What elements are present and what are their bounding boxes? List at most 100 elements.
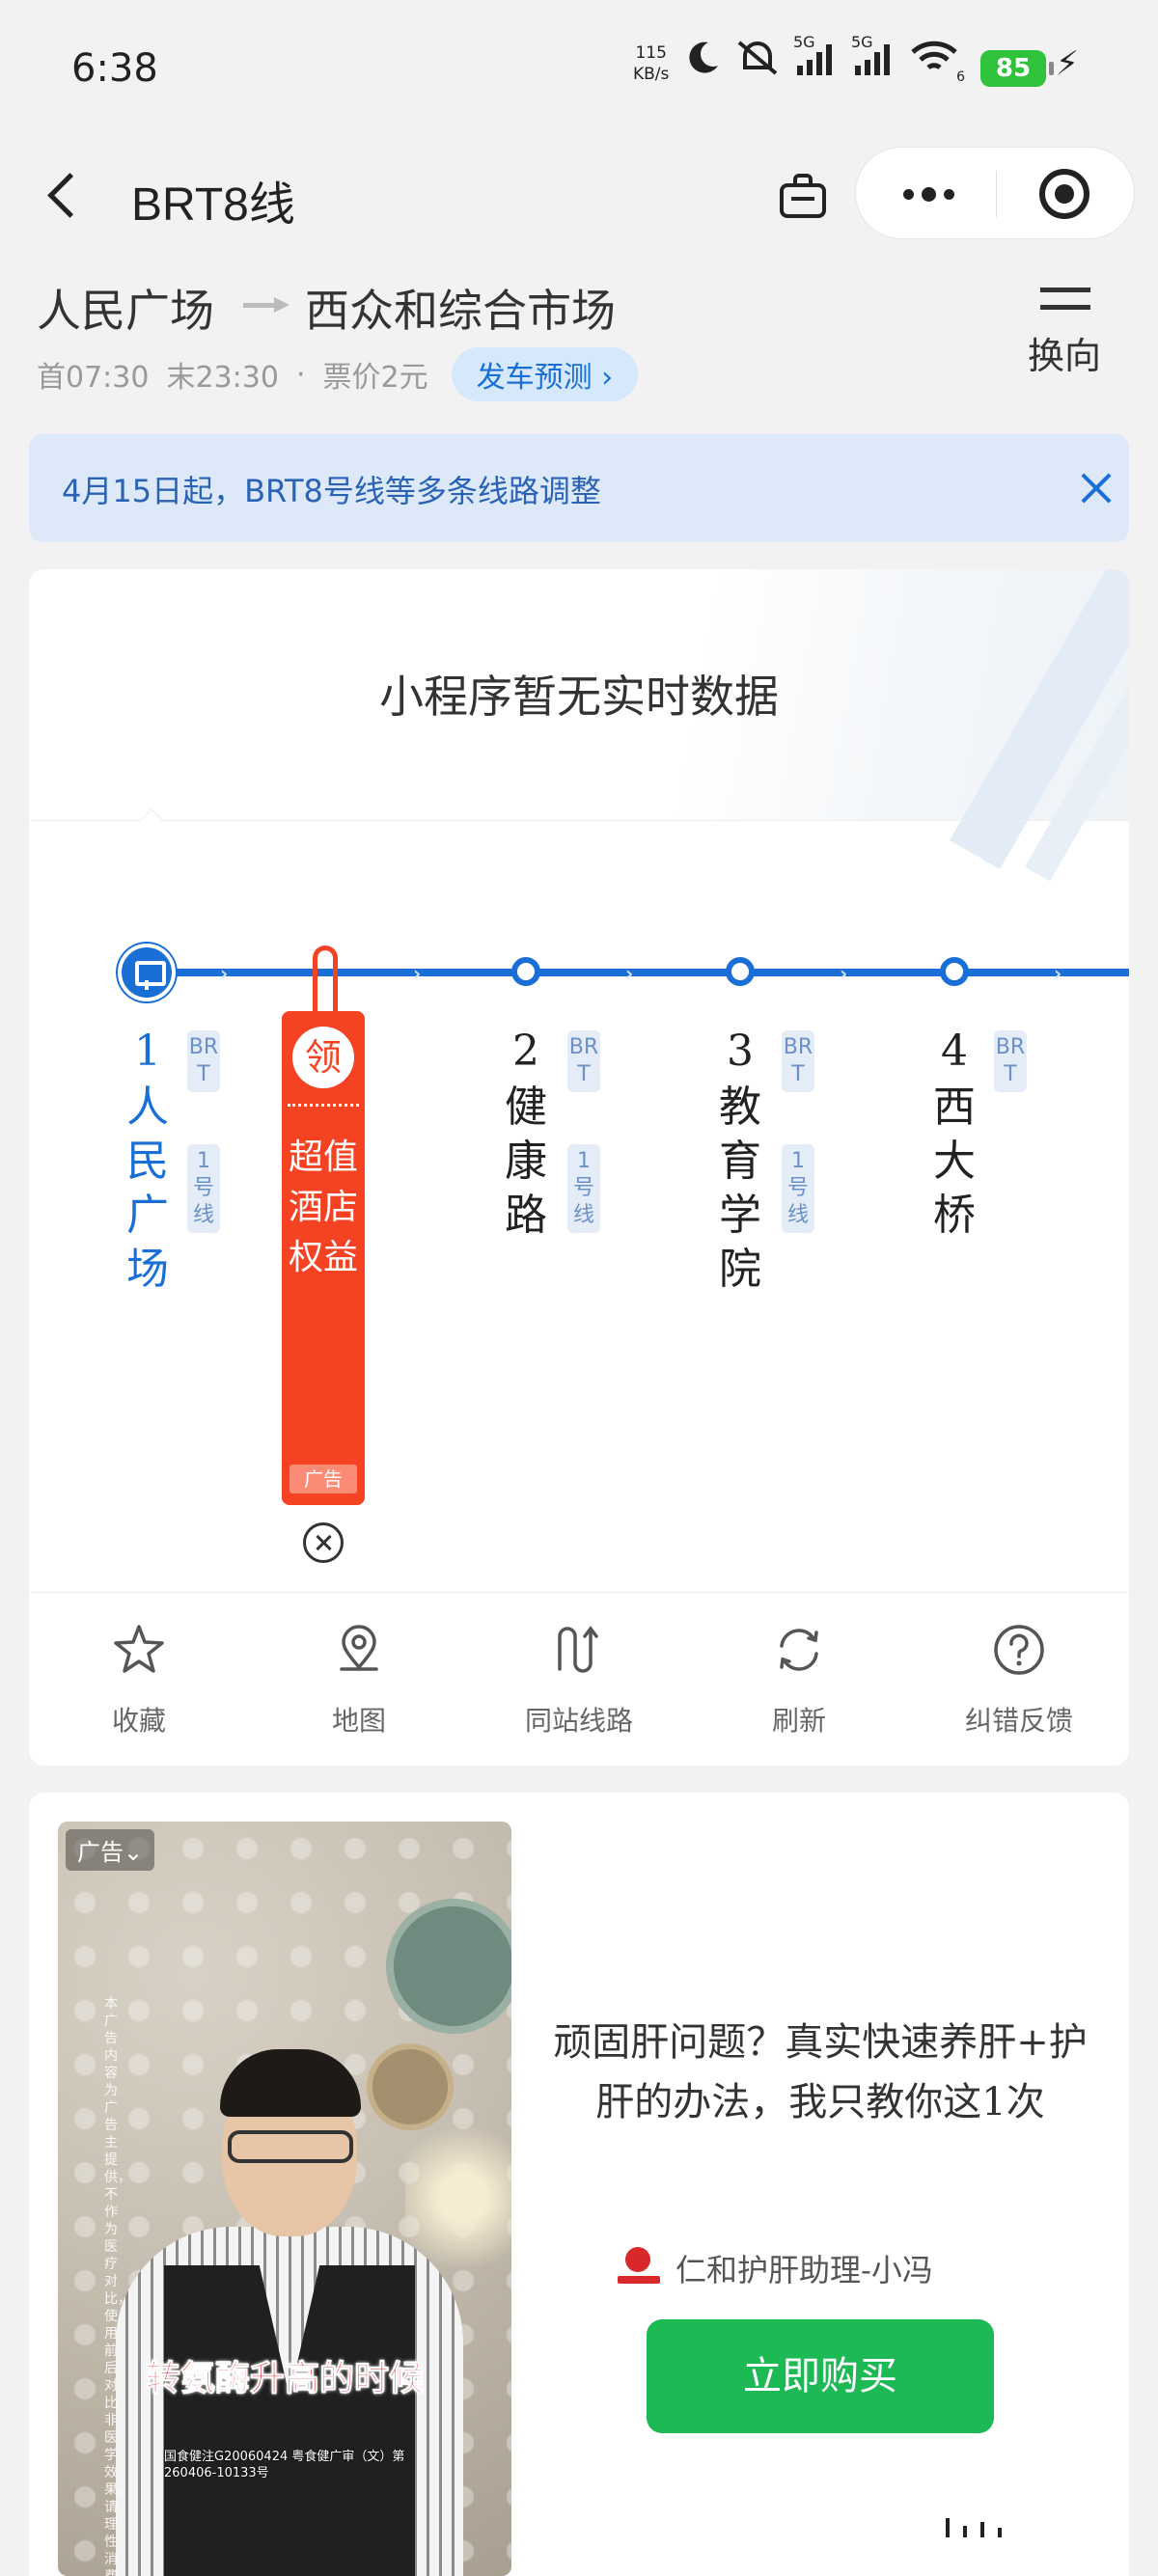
mini-program-capsule — [855, 147, 1135, 239]
direction-chevron: › — [840, 962, 848, 985]
decor-plate — [386, 1899, 511, 2034]
stop-tag: BRT — [567, 1030, 600, 1092]
stop-tag: BRT — [187, 1030, 220, 1092]
ad-video-thumbnail[interactable]: 广告⌄ 本广告内容为广告主提供，不作为医疗对比，使用前后对比非医学效果，请理性消… — [58, 1822, 511, 2576]
card-divider — [29, 820, 1129, 821]
action-bar: 收藏 地图 同站线路 刷新 纠错反馈 — [29, 1592, 1129, 1766]
predict-button[interactable]: 发车预测 › — [451, 347, 639, 401]
presenter-glasses — [228, 2130, 353, 2163]
action-label: 同站线路 — [524, 1705, 633, 1737]
direction-chevron: › — [413, 962, 422, 985]
map-pin-icon — [340, 1625, 378, 1671]
stop-name-3[interactable]: 教育学院 — [716, 1081, 764, 1297]
stop-name-1[interactable]: 人民广场 — [124, 1081, 172, 1297]
bottom-edge-marks — [946, 2518, 1100, 2537]
stop-number: 2 — [512, 1027, 539, 1076]
feedback-button[interactable]: 纠错反馈 — [909, 1592, 1129, 1766]
direction-chevron: › — [220, 962, 229, 985]
stop-number: 4 — [941, 1027, 968, 1076]
stop-tag: 1号线 — [782, 1144, 814, 1233]
coupon-hook — [313, 945, 338, 1017]
stop-tag: 1号线 — [567, 1144, 600, 1233]
ad-card[interactable]: 广告⌄ 本广告内容为广告主提供，不作为医疗对比，使用前后对比非医学效果，请理性消… — [29, 1793, 1129, 2576]
wifi-icon: 6 — [909, 39, 965, 85]
coupon-close-icon[interactable] — [303, 1522, 344, 1563]
stop-dot[interactable] — [726, 957, 755, 986]
buy-now-button[interactable]: 立即购买 — [647, 2319, 994, 2433]
direction-chevron: › — [1054, 962, 1062, 985]
coupon-ad-label: 广告 — [290, 1465, 357, 1494]
realtime-message: 小程序暂无实时数据 — [379, 671, 779, 723]
close-target-icon[interactable] — [1039, 169, 1089, 219]
status-time: 6:38 — [71, 46, 158, 91]
stop-number: 3 — [727, 1027, 754, 1076]
wifi-label: 6 — [956, 69, 965, 85]
signal-1-label: 5G — [793, 33, 815, 51]
favorite-button[interactable]: 收藏 — [29, 1592, 249, 1766]
stop-tag: BRT — [782, 1030, 814, 1092]
stop-name-4[interactable]: 西大桥 — [930, 1081, 979, 1243]
nav-bar: BRT8线 — [0, 135, 1158, 251]
ad-video-caption: 转氨酶升高的时候 — [145, 2359, 424, 2399]
swap-label: 换向 — [1027, 335, 1101, 377]
route-line — [154, 969, 1129, 976]
stop-name-2[interactable]: 健康路 — [502, 1081, 550, 1243]
signal-icon-2: 5G — [851, 33, 896, 81]
close-icon[interactable] — [1077, 469, 1116, 507]
coupon-divider — [288, 1104, 359, 1107]
ad-brand: 仁和护肝助理-小冯 — [618, 2246, 933, 2290]
signal-icon-1: 5G — [793, 33, 838, 81]
swap-icon — [1040, 282, 1094, 316]
action-label: 纠错反馈 — [964, 1705, 1073, 1737]
net-speed: 115 KB/s — [633, 42, 669, 85]
stop-tag: BRT — [994, 1030, 1027, 1092]
battery-indicator: 85 — [980, 50, 1054, 87]
map-button[interactable]: 地图 — [249, 1592, 469, 1766]
swap-direction-button[interactable]: 换向 — [1002, 270, 1127, 386]
last-bus-time: 末23:30 — [166, 361, 279, 395]
stop-tag: 1号线 — [187, 1144, 220, 1233]
route-header: 人民广场 西众和综合市场 首07:30 末23:30 · 票价2元 发车预测 ›… — [37, 270, 1127, 405]
net-speed-value: 115 — [635, 43, 667, 63]
net-speed-unit: KB/s — [633, 65, 670, 84]
capsule-divider — [996, 171, 997, 217]
coupon-badge: 领 — [292, 1027, 354, 1088]
brand-logo-icon — [618, 2247, 660, 2289]
brand-name: 仁和护肝助理-小冯 — [676, 2252, 933, 2288]
route-icon — [558, 1626, 598, 1673]
route-card: 小程序暂无实时数据 › › › › › 1 人民广场 BRT 1号线 2 健康路… — [29, 569, 1129, 1766]
notice-banner[interactable]: 4月15日起，BRT8号线等多条线路调整 — [29, 434, 1129, 542]
notice-text: 4月15日起，BRT8号线等多条线路调整 — [62, 473, 601, 509]
status-bar: 6:38 115 KB/s 5G 5G 6 85 ⚡ — [0, 0, 1158, 135]
action-label: 地图 — [331, 1705, 386, 1737]
same-station-routes-button[interactable]: 同站线路 — [469, 1592, 689, 1766]
start-station-icon[interactable] — [118, 944, 176, 1001]
charging-icon: ⚡ — [1056, 44, 1079, 83]
first-bus-time: 首07:30 — [37, 361, 150, 395]
back-button[interactable] — [39, 162, 96, 224]
stop-number: 1 — [134, 1027, 161, 1076]
action-label: 收藏 — [111, 1705, 166, 1737]
meta-dot: · — [295, 357, 306, 392]
moon-icon — [683, 39, 722, 81]
signal-2-label: 5G — [851, 33, 873, 51]
hotel-coupon-ad[interactable]: 领 超值酒店权益 广告 — [282, 1011, 365, 1505]
ad-label-badge[interactable]: 广告⌄ — [66, 1829, 155, 1871]
stop-dot[interactable] — [940, 957, 969, 986]
route-from: 人民广场 — [37, 285, 214, 337]
fare: 票价2元 — [322, 361, 428, 395]
route-arrow-icon — [243, 299, 291, 309]
refresh-button[interactable]: 刷新 — [689, 1592, 909, 1766]
more-icon[interactable] — [885, 169, 972, 219]
direction-chevron: › — [625, 962, 634, 985]
ad-headline[interactable]: 顽固肝问题？真实快速养肝+护肝的办法，我只教你这1次 — [550, 2013, 1090, 2132]
bag-icon[interactable] — [776, 170, 830, 224]
star-icon — [114, 1625, 164, 1673]
stop-dot[interactable] — [511, 957, 540, 986]
action-label: 刷新 — [771, 1705, 826, 1737]
route-meta: 首07:30 末23:30 · 票价2元 发车预测 › — [37, 347, 639, 401]
route-to: 西众和综合市场 — [305, 285, 616, 337]
status-icons: 5G 5G 6 — [683, 33, 965, 85]
help-icon — [994, 1625, 1044, 1675]
refresh-icon — [780, 1629, 818, 1671]
